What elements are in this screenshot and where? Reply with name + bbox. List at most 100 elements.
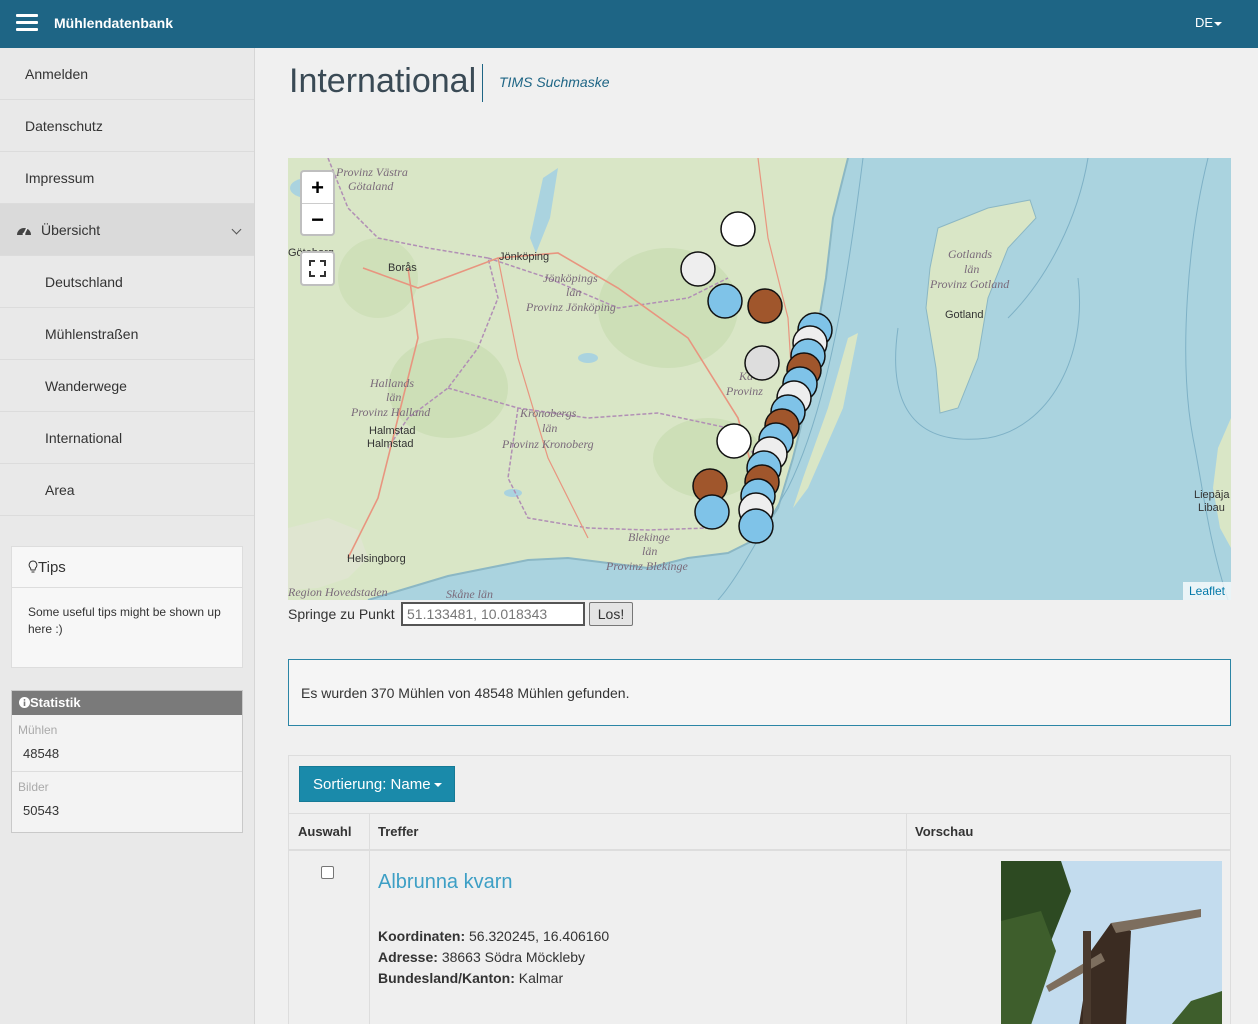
map-label: Borås bbox=[388, 262, 417, 274]
brand-title[interactable]: Mühlendatenbank bbox=[54, 15, 173, 31]
address-label: Adresse: bbox=[378, 949, 438, 965]
address-value: 38663 Södra Möckleby bbox=[441, 949, 586, 965]
map-label: Provinz Västra bbox=[335, 165, 408, 179]
zoom-in-button[interactable]: + bbox=[302, 172, 333, 203]
mill-marker[interactable] bbox=[707, 283, 743, 319]
map-label: Skåne län bbox=[446, 587, 493, 600]
map-label: Provinz Jönköping bbox=[525, 300, 616, 314]
map-label: län bbox=[964, 262, 979, 276]
mills-count-value: 48548 bbox=[12, 738, 242, 772]
map-label: län bbox=[542, 421, 557, 435]
sidebar-item-datenschutz[interactable]: Datenschutz bbox=[0, 100, 254, 152]
map-label: län bbox=[386, 390, 401, 404]
statistics-title: Statistik bbox=[30, 695, 81, 710]
images-count-value: 50543 bbox=[23, 803, 60, 818]
map-label: Halmstad bbox=[367, 438, 413, 450]
map-label: Jönköpings bbox=[543, 271, 598, 285]
jump-label: Springe zu Punkt bbox=[288, 606, 395, 622]
coordinates-input[interactable] bbox=[401, 602, 585, 626]
map-label: Region Hovedstaden bbox=[288, 585, 388, 599]
latvia-coast bbox=[1213, 418, 1231, 548]
zoom-control: + − bbox=[300, 170, 335, 236]
map-label: Hallands bbox=[369, 376, 414, 390]
mill-name-link[interactable]: Albrunna kvarn bbox=[378, 871, 513, 894]
map-label: Provinz bbox=[725, 384, 763, 398]
go-button[interactable]: Los! bbox=[589, 602, 633, 626]
language-label: DE bbox=[1194, 15, 1213, 30]
column-header-auswahl[interactable]: Auswahl bbox=[289, 814, 351, 850]
sidebar-item-label: Übersicht bbox=[41, 222, 101, 238]
sidebar-item-label: Datenschutz bbox=[25, 118, 103, 134]
mill-marker[interactable] bbox=[720, 211, 756, 247]
tips-title: Tips bbox=[38, 559, 66, 576]
sidebar-item-label: Anmelden bbox=[25, 66, 89, 82]
sidebar-item-impressum[interactable]: Impressum bbox=[0, 152, 254, 204]
mill-marker[interactable] bbox=[680, 251, 716, 287]
tips-panel: Tips Some useful tips might be shown up … bbox=[11, 546, 243, 668]
sidebar-item-anmelden[interactable]: Anmelden bbox=[0, 48, 254, 100]
windmill-photo bbox=[1001, 861, 1222, 1024]
sidebar: Anmelden Datenschutz Impressum Übersicht… bbox=[0, 48, 255, 1024]
sort-dropdown-button[interactable]: Sortierung: Name bbox=[299, 766, 455, 802]
top-navbar: Mühlendatenbank DE bbox=[0, 0, 1258, 48]
map-label: Provinz Gotland bbox=[929, 277, 1010, 291]
images-count-label: Bilder bbox=[18, 780, 49, 794]
sidebar-item-uebersicht[interactable]: Übersicht bbox=[0, 204, 254, 256]
caret-down-icon bbox=[433, 782, 442, 787]
table-header: Auswahl Treffer Vorschau bbox=[289, 813, 1230, 851]
state-value: Kalmar bbox=[518, 970, 564, 986]
sidebar-item-label: Deutschland bbox=[45, 274, 123, 290]
select-checkbox[interactable] bbox=[321, 866, 334, 879]
map[interactable]: Provinz Västra Götaland Jönköpings län P… bbox=[288, 158, 1231, 600]
chevron-down-icon bbox=[231, 224, 242, 235]
sidebar-item-area[interactable]: Area bbox=[0, 464, 254, 516]
mill-marker[interactable] bbox=[747, 288, 783, 324]
map-label: Gotland bbox=[945, 309, 984, 321]
results-panel: Sortierung: Name Auswahl Treffer Vorscha… bbox=[288, 755, 1231, 1024]
column-header-treffer[interactable]: Treffer bbox=[369, 814, 418, 850]
hamburger-menu-icon[interactable] bbox=[16, 14, 38, 32]
mill-preview-image[interactable] bbox=[1001, 861, 1222, 1024]
sidebar-item-muehlenstrassen[interactable]: Mühlenstraßen bbox=[0, 308, 254, 360]
page-subtitle: TIMS Suchmaske bbox=[499, 74, 610, 90]
map-label: Provinz Kronoberg bbox=[501, 437, 594, 451]
result-count-alert: Es wurden 370 Mühlen von 48548 Mühlen ge… bbox=[288, 659, 1231, 726]
statistics-header: Statistik bbox=[12, 691, 242, 715]
map-label: Provinz Blekinge bbox=[605, 559, 689, 573]
coordinates-value: 56.320245, 16.406160 bbox=[469, 928, 610, 944]
map-canvas[interactable]: Provinz Västra Götaland Jönköpings län P… bbox=[288, 158, 1231, 600]
language-dropdown[interactable]: DE bbox=[1195, 15, 1222, 30]
leaflet-attribution-link[interactable]: Leaflet bbox=[1182, 582, 1231, 600]
sidebar-item-deutschland[interactable]: Deutschland bbox=[0, 256, 254, 308]
sort-label: Sortierung: Name bbox=[313, 775, 431, 793]
column-header-vorschau[interactable]: Vorschau bbox=[906, 814, 973, 850]
dashboard-icon bbox=[17, 227, 31, 236]
map-label: Liepāja bbox=[1194, 489, 1230, 501]
map-label: Halmstad bbox=[369, 425, 415, 437]
lake bbox=[504, 489, 522, 497]
sidebar-item-international[interactable]: International bbox=[0, 412, 254, 464]
lightbulb-icon bbox=[28, 560, 38, 573]
page-title: International bbox=[289, 62, 477, 100]
sidebar-item-label: Area bbox=[45, 482, 75, 498]
mill-marker[interactable] bbox=[716, 423, 752, 459]
title-divider bbox=[482, 64, 483, 102]
map-label: län bbox=[566, 285, 581, 299]
mill-marker[interactable] bbox=[744, 345, 780, 381]
zoom-out-button[interactable]: − bbox=[302, 203, 333, 234]
sidebar-item-label: Impressum bbox=[25, 170, 95, 186]
fullscreen-button[interactable] bbox=[300, 251, 335, 286]
sidebar-item-wanderwege[interactable]: Wanderwege bbox=[0, 360, 254, 412]
map-label: Jönköping bbox=[499, 251, 549, 263]
tips-header: Tips bbox=[12, 547, 242, 588]
mills-count-label: Mühlen bbox=[18, 723, 58, 737]
sidebar-item-label: Mühlenstraßen bbox=[45, 326, 139, 342]
tips-text: Some useful tips might be shown up here … bbox=[28, 605, 221, 636]
mill-marker[interactable] bbox=[694, 494, 730, 530]
fullscreen-icon bbox=[309, 260, 326, 277]
map-label: Blekinge bbox=[628, 530, 671, 544]
map-label: Helsingborg bbox=[347, 553, 406, 565]
mill-details: Koordinaten: 56.320245, 16.406160 Adress… bbox=[378, 926, 609, 989]
map-label: Gotlands bbox=[948, 247, 992, 261]
statistics-panel: Statistik Mühlen 48548 Bilder 50543 bbox=[11, 690, 243, 833]
